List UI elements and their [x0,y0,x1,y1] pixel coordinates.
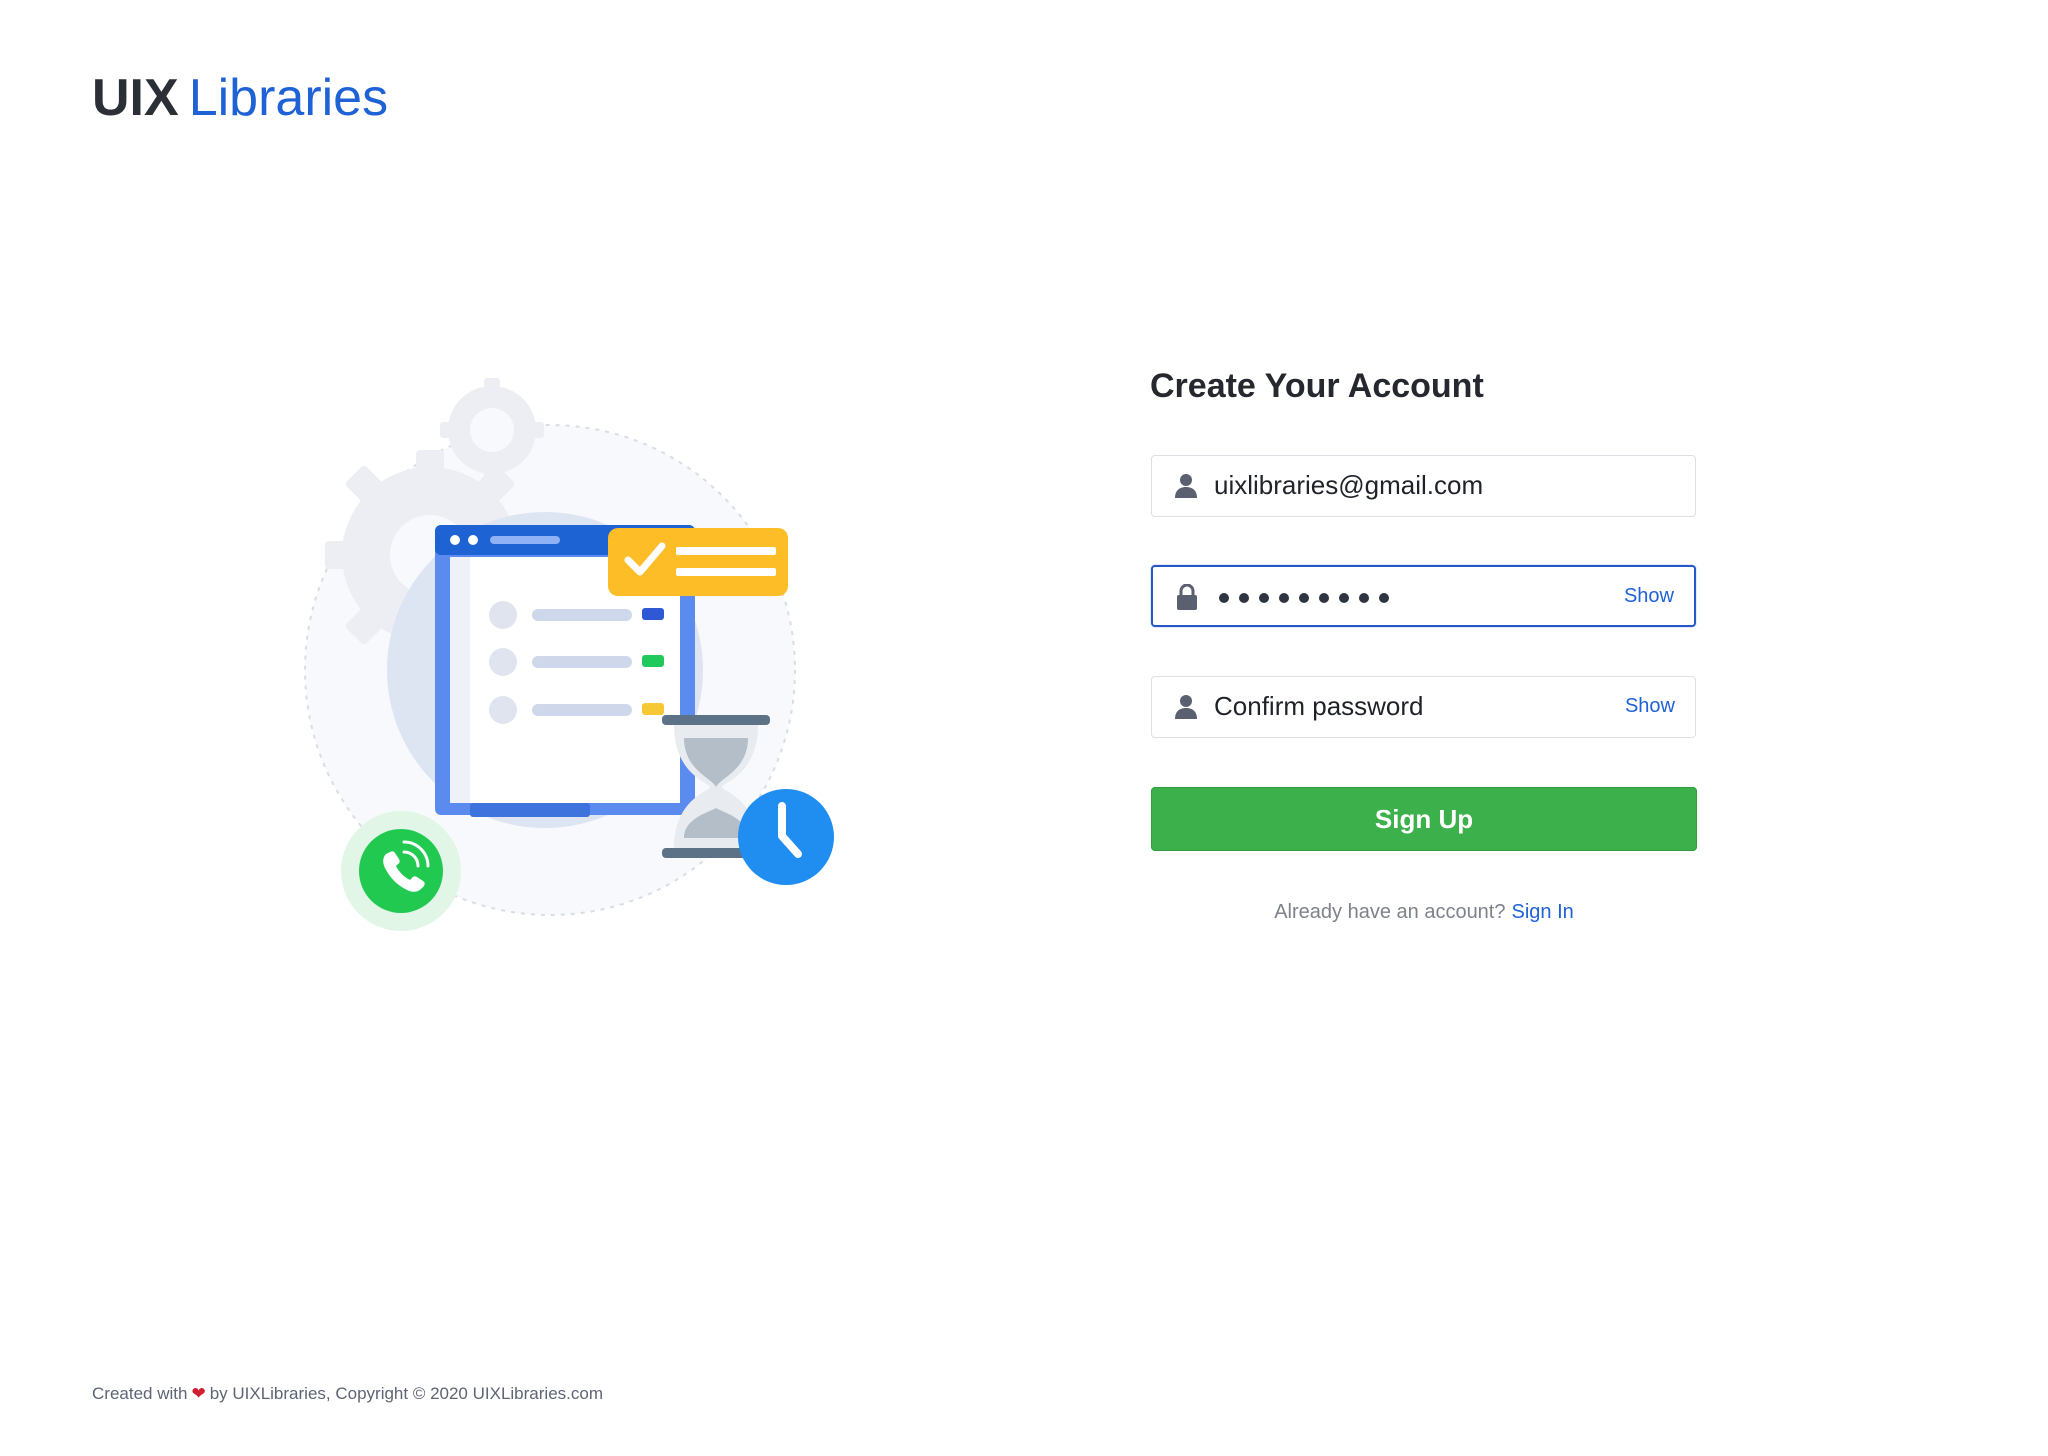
signup-illustration [304,378,834,931]
footer-suffix: by UIXLibraries, Copyright © 2020 UIXLib… [209,1384,603,1403]
lock-icon [1177,584,1197,610]
password-dot [1219,593,1229,603]
footer-prefix: Created with [92,1384,188,1403]
form-title: Create Your Account [1150,367,1484,405]
email-field[interactable]: uixlibraries@gmail.com [1151,455,1696,517]
checklist-card-icon [608,528,788,596]
sign-in-link[interactable]: Sign In [1512,901,1574,923]
logo-secondary: Libraries [188,69,389,127]
user-icon [1175,474,1197,498]
password-dot [1279,593,1289,603]
confirm-password-field[interactable]: Confirm password Show [1151,676,1696,738]
password-dot [1359,593,1369,603]
confirm-password-placeholder: Confirm password [1214,691,1424,721]
signin-row: Already have an account? Sign In [1151,898,1697,926]
password-masked-value [1219,593,1389,603]
logo: UIX Libraries [92,62,388,134]
password-dot [1299,593,1309,603]
footer: Created with ❤ by UIXLibraries, Copyright … [92,1382,603,1406]
signin-prompt: Already have an account? [1274,901,1506,923]
phone-icon [341,811,461,931]
clock-icon [738,789,834,885]
password-field[interactable]: Show [1151,565,1696,627]
logo-primary: UIX [92,69,179,127]
password-dot [1339,593,1349,603]
sign-up-button[interactable]: Sign Up [1151,787,1697,851]
password-dot [1259,593,1269,603]
password-dot [1379,593,1389,603]
user-icon [1175,695,1197,719]
password-show-toggle[interactable]: Show [1624,567,1674,625]
password-dot [1319,593,1329,603]
email-value: uixlibraries@gmail.com [1214,470,1484,500]
password-dot [1239,593,1249,603]
heart-icon: ❤ [191,1384,206,1403]
confirm-password-show-toggle[interactable]: Show [1625,677,1675,735]
